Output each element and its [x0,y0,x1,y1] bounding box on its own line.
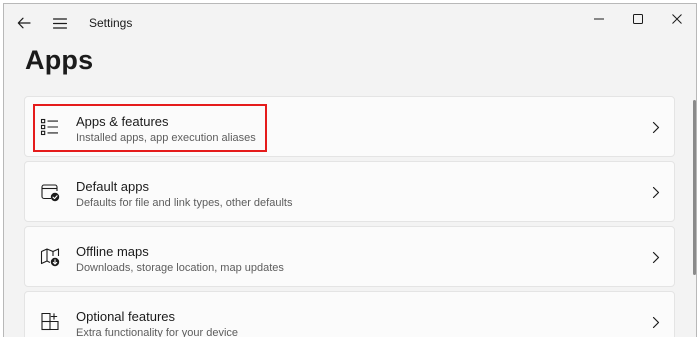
highlight-box [33,104,267,152]
close-icon [672,14,682,24]
optional-features-icon [41,312,59,331]
offline-maps-item[interactable]: Offline maps Downloads, storage location… [24,226,675,287]
offline-map-icon [40,248,60,267]
item-title: Default apps [76,179,149,194]
title-bar: Settings [4,4,696,42]
back-arrow-icon [17,17,31,29]
item-subtitle: Extra functionality for your device [76,327,239,337]
chevron-right-icon [652,186,660,199]
item-title: Optional features [76,309,176,324]
maximize-icon [633,14,643,24]
default-apps-icon [41,184,60,202]
settings-window: Settings Apps Apps & features Installed … [3,3,697,337]
minimize-icon [594,18,604,20]
app-title: Settings [89,16,133,30]
chevron-right-icon [652,316,660,329]
item-subtitle: Defaults for file and link types, other … [76,197,293,209]
chevron-right-icon [652,121,660,134]
hamburger-menu-icon [53,17,67,29]
navigation-menu-button[interactable] [46,9,74,37]
chevron-right-icon [652,251,660,264]
apps-and-features-item[interactable]: Apps & features Installed apps, app exec… [24,96,675,157]
vertical-scrollbar[interactable] [693,100,696,275]
close-button[interactable] [654,4,696,34]
optional-features-item[interactable]: Optional features Extra functionality fo… [24,291,675,337]
page-title: Apps [25,45,94,75]
item-title: Offline maps [76,244,149,259]
back-button[interactable] [10,9,38,37]
default-apps-item[interactable]: Default apps Defaults for file and link … [24,161,675,222]
item-subtitle: Downloads, storage location, map updates [76,262,284,274]
